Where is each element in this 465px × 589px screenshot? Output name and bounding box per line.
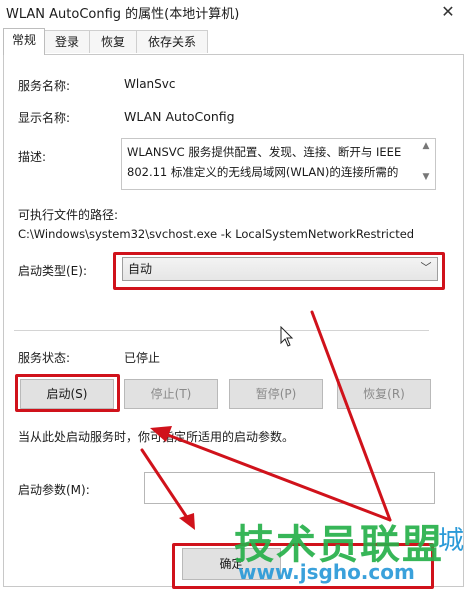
description-text: WLANSVC 服务提供配置、发现、连接、断开与 IEEE 802.11 标准定…: [127, 142, 417, 182]
service-status-value: 已停止: [124, 351, 161, 365]
description-line-2: 802.11 标准定义的无线局域网(WLAN)的连接所需的: [127, 165, 399, 179]
startup-type-label: 启动类型(E):: [18, 264, 87, 278]
resume-button[interactable]: 恢复(R): [337, 379, 431, 409]
start-params-input[interactable]: [144, 472, 435, 504]
start-params-label: 启动参数(M):: [18, 483, 90, 497]
highlight-startup-type: [113, 252, 445, 290]
tab-logon[interactable]: 登录: [44, 30, 90, 53]
display-name-value: WLAN AutoConfig: [124, 109, 235, 124]
general-panel: [3, 54, 464, 587]
description-line-1: WLANSVC 服务提供配置、发现、连接、断开与 IEEE: [127, 145, 402, 159]
description-label: 描述:: [18, 150, 47, 164]
display-name-label: 显示名称:: [18, 111, 71, 125]
divider: [14, 330, 429, 331]
pause-button[interactable]: 暂停(P): [229, 379, 323, 409]
cursor-icon: [280, 326, 294, 347]
watermark-side: 城: [438, 526, 465, 556]
scroll-up-icon[interactable]: ▲: [419, 141, 433, 153]
tab-dependencies[interactable]: 依存关系: [136, 30, 208, 53]
service-name-label: 服务名称:: [18, 79, 71, 93]
tab-general[interactable]: 常规: [3, 28, 45, 55]
service-status-label: 服务状态:: [18, 351, 71, 365]
start-params-hint: 当从此处启动服务时，你可指定所适用的启动参数。: [18, 430, 295, 444]
scroll-down-icon[interactable]: ▼: [419, 172, 433, 184]
stop-button[interactable]: 停止(T): [124, 379, 218, 409]
service-name-value: WlanSvc: [124, 77, 176, 91]
window-title: WLAN AutoConfig 的属性(本地计算机): [6, 7, 240, 22]
watermark-url: www.jsgho.com: [238, 560, 415, 584]
path-label: 可执行文件的路径:: [18, 208, 119, 222]
path-value: C:\Windows\system32\svchost.exe -k Local…: [18, 227, 415, 241]
highlight-start-button: [15, 374, 120, 412]
tab-recovery[interactable]: 恢复: [89, 30, 137, 53]
close-icon[interactable]: ✕: [438, 2, 458, 22]
